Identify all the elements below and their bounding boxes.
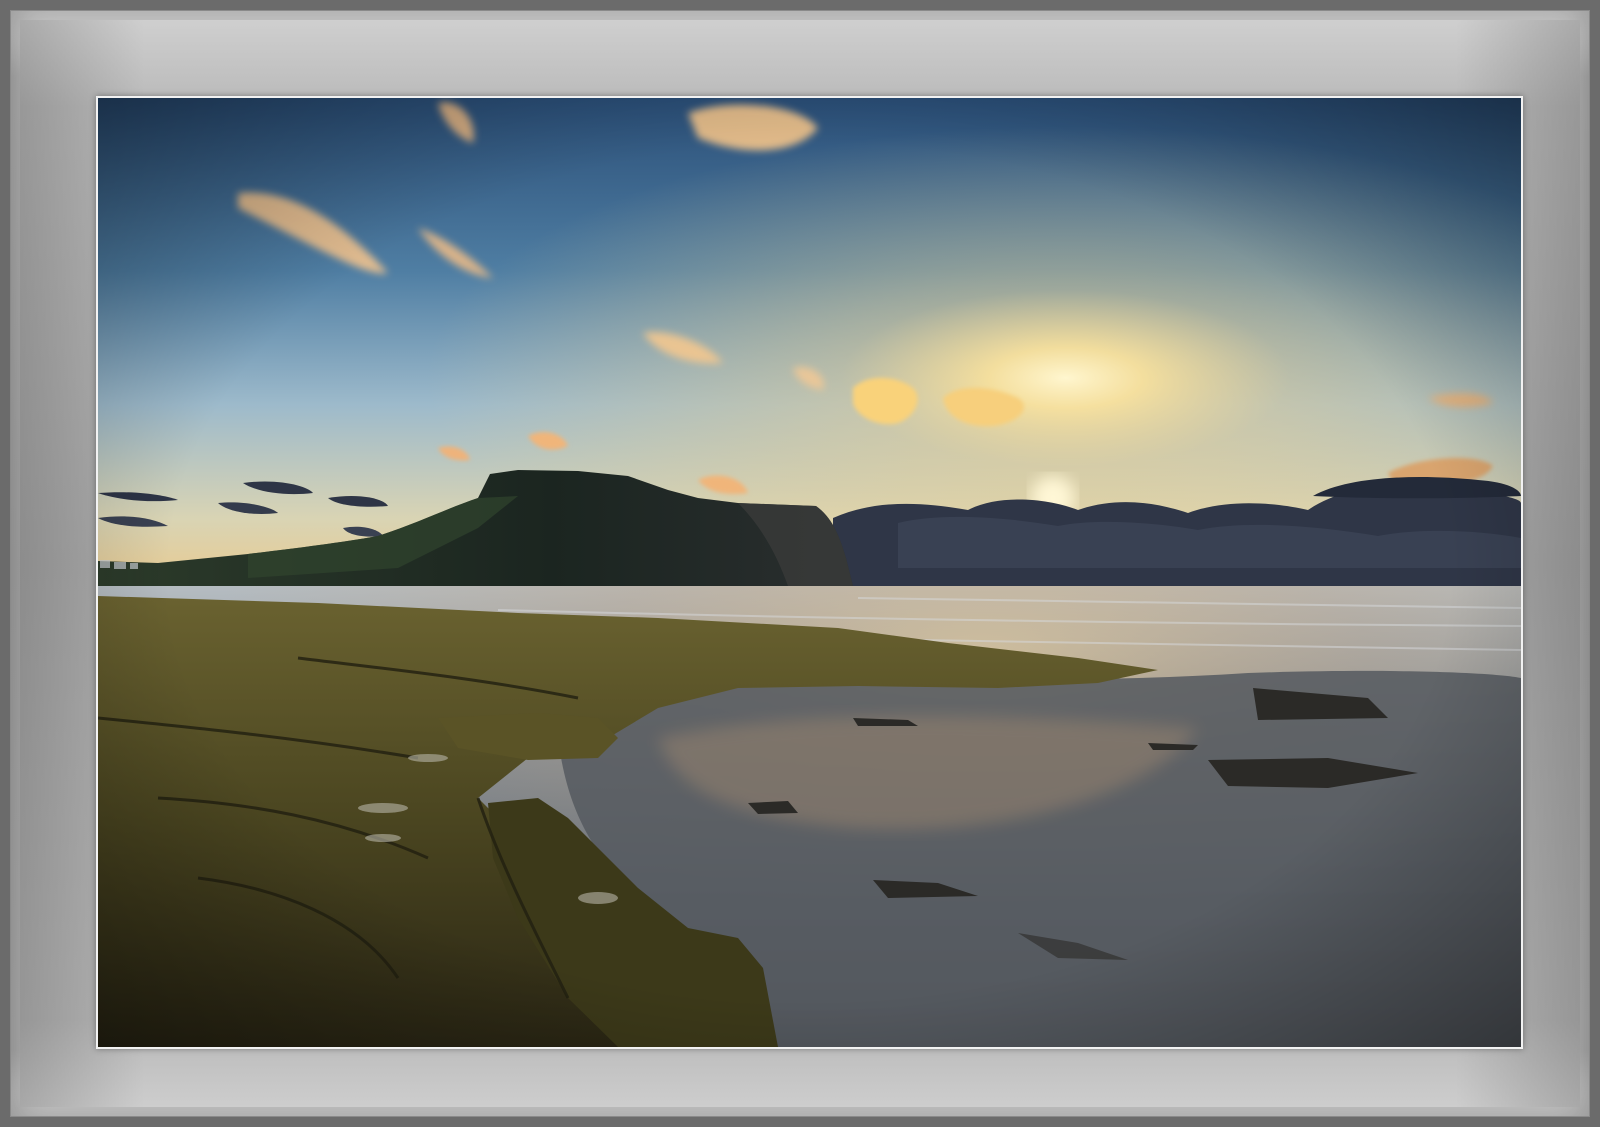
seascape-photo — [98, 98, 1521, 1047]
vignette — [98, 98, 1521, 1047]
picture-frame — [0, 0, 1600, 1127]
photo — [96, 96, 1523, 1049]
